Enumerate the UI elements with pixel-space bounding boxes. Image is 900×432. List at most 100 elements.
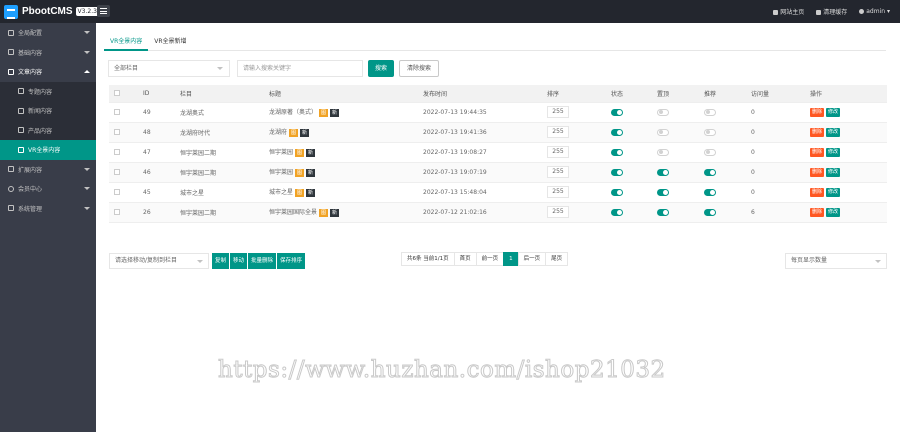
logo[interactable]: PbootCMS V3.2.3 <box>4 4 99 19</box>
recommend-toggle[interactable] <box>704 148 716 156</box>
pager-first[interactable]: 首页 <box>453 252 477 266</box>
row-checkbox[interactable] <box>114 109 120 115</box>
row-time: 2022-07-13 19:41:36 <box>418 122 542 143</box>
search-button[interactable]: 搜索 <box>368 59 395 77</box>
top-right-links: 网站主页 清理缓存 admin ▾ <box>773 0 890 23</box>
row-views: 0 <box>746 102 805 123</box>
row-checkbox[interactable] <box>114 209 120 215</box>
batch-column-select[interactable]: 请选择移动/复制到栏目 <box>109 253 209 269</box>
sidebar-item-global-config[interactable]: 全局配置 <box>0 23 96 43</box>
checkbox[interactable] <box>114 90 120 97</box>
pager-current[interactable]: 1 <box>503 252 519 266</box>
edit-button[interactable]: 修改 <box>826 107 841 117</box>
delete-button[interactable]: 删除 <box>810 207 825 217</box>
sort-input[interactable]: 255 <box>547 206 569 218</box>
home-icon <box>773 10 779 15</box>
row-checkbox[interactable] <box>114 189 120 195</box>
tab-vr-add[interactable]: VR全景新增 <box>148 35 192 51</box>
tab-vr-list[interactable]: VR全景内容 <box>104 35 149 51</box>
page-size-select[interactable]: 每页显示数量 <box>785 253 887 269</box>
sort-input[interactable]: 255 <box>547 186 569 198</box>
sidebar-item-products[interactable]: 产品内容 <box>0 121 96 141</box>
user-icon <box>8 185 14 192</box>
top-toggle[interactable] <box>657 148 669 156</box>
sidebar-item-system[interactable]: 系统管理 <box>0 199 96 219</box>
delete-button[interactable]: 删除 <box>810 127 825 137</box>
row-title: 城市之星图新 <box>264 182 418 203</box>
edit-button[interactable]: 修改 <box>826 187 841 197</box>
edit-button[interactable]: 修改 <box>826 147 841 157</box>
row-checkbox[interactable] <box>114 169 120 175</box>
status-toggle[interactable] <box>611 148 623 156</box>
edit-button[interactable]: 修改 <box>826 127 841 137</box>
settings-icon <box>8 205 14 212</box>
sidebar-submenu: 专题内容 新闻内容 产品内容 VR全景内容 <box>0 81 96 160</box>
clear-search-button[interactable]: 清除搜索 <box>399 59 440 77</box>
status-toggle[interactable] <box>611 208 623 216</box>
menu-toggle-button[interactable] <box>97 5 110 17</box>
header-column: 栏目 <box>175 85 264 103</box>
top-toggle[interactable] <box>657 168 669 176</box>
pager-prev[interactable]: 前一页 <box>475 252 505 266</box>
column-select[interactable]: 全部栏目 <box>108 59 230 77</box>
top-toggle[interactable] <box>657 128 669 136</box>
status-toggle[interactable] <box>611 108 623 116</box>
pager-last[interactable]: 尾页 <box>545 252 569 266</box>
sort-input[interactable]: 255 <box>547 166 569 178</box>
status-toggle[interactable] <box>611 128 623 136</box>
row-checkbox[interactable] <box>114 129 120 135</box>
recommend-toggle[interactable] <box>704 128 716 136</box>
row-checkbox[interactable] <box>114 149 120 155</box>
sort-input[interactable]: 255 <box>547 106 569 118</box>
copy-button[interactable]: 复制 <box>212 253 230 269</box>
cube-icon <box>8 166 14 173</box>
header-title: 标题 <box>264 85 418 103</box>
site-home-link[interactable]: 网站主页 <box>773 7 804 16</box>
top-toggle[interactable] <box>657 188 669 196</box>
sidebar-item-special[interactable]: 专题内容 <box>0 82 96 102</box>
new-tag: 新 <box>306 188 316 197</box>
status-toggle[interactable] <box>611 168 623 176</box>
move-button[interactable]: 移动 <box>230 253 248 269</box>
status-toggle[interactable] <box>611 188 623 196</box>
sidebar-item-news[interactable]: 新闻内容 <box>0 101 96 121</box>
delete-button[interactable]: 删除 <box>810 187 825 197</box>
row-title: 恒宇莱园图新 <box>264 162 418 183</box>
top-toggle[interactable] <box>657 108 669 116</box>
clear-cache-link[interactable]: 清理缓存 <box>816 7 847 16</box>
save-sort-button[interactable]: 保存排序 <box>277 253 306 269</box>
edit-button[interactable]: 修改 <box>826 167 841 177</box>
row-views: 0 <box>746 142 805 163</box>
delete-button[interactable]: 删除 <box>810 147 825 157</box>
header-top: 置顶 <box>652 85 699 103</box>
delete-button[interactable]: 删除 <box>810 107 825 117</box>
sidebar-item-basic-content[interactable]: 基础内容 <box>0 43 96 63</box>
user-menu[interactable]: admin ▾ <box>859 8 890 15</box>
row-column: 恒宇莱园二期 <box>175 202 264 223</box>
sort-input[interactable]: 255 <box>547 126 569 138</box>
file-icon <box>18 88 24 95</box>
recommend-toggle[interactable] <box>704 208 716 216</box>
gear-icon <box>8 29 14 36</box>
watermark: https://www.huzhan.com/ishop21032 <box>218 357 666 384</box>
delete-button[interactable]: 删除 <box>810 167 825 177</box>
header-select-all[interactable] <box>109 85 138 103</box>
recommend-toggle[interactable] <box>704 188 716 196</box>
search-input[interactable]: 请输入搜索关键字 <box>237 59 363 77</box>
row-title: 龙湖原著（奥式）图新 <box>264 102 418 123</box>
edit-button[interactable]: 修改 <box>826 207 841 217</box>
sidebar-item-extensions[interactable]: 扩展内容 <box>0 160 96 180</box>
image-tag: 图 <box>295 148 305 157</box>
pager-next[interactable]: 后一页 <box>517 252 547 266</box>
sidebar-item-article-content[interactable]: 文章内容 <box>0 62 96 82</box>
sidebar-item-members[interactable]: 会员中心 <box>0 179 96 199</box>
recommend-toggle[interactable] <box>704 108 716 116</box>
sidebar-item-vr[interactable]: VR全景内容 <box>0 140 96 160</box>
batch-delete-button[interactable]: 批量删除 <box>248 253 277 269</box>
top-toggle[interactable] <box>657 208 669 216</box>
row-id: 48 <box>138 122 175 143</box>
recommend-toggle[interactable] <box>704 168 716 176</box>
sort-input[interactable]: 255 <box>547 146 569 158</box>
row-title: 恒宇莱园国际全景图新 <box>264 202 418 223</box>
table-row: 45 城市之星 城市之星图新 2022-07-13 15:48:04 255 0 删除 修改 <box>109 182 887 203</box>
